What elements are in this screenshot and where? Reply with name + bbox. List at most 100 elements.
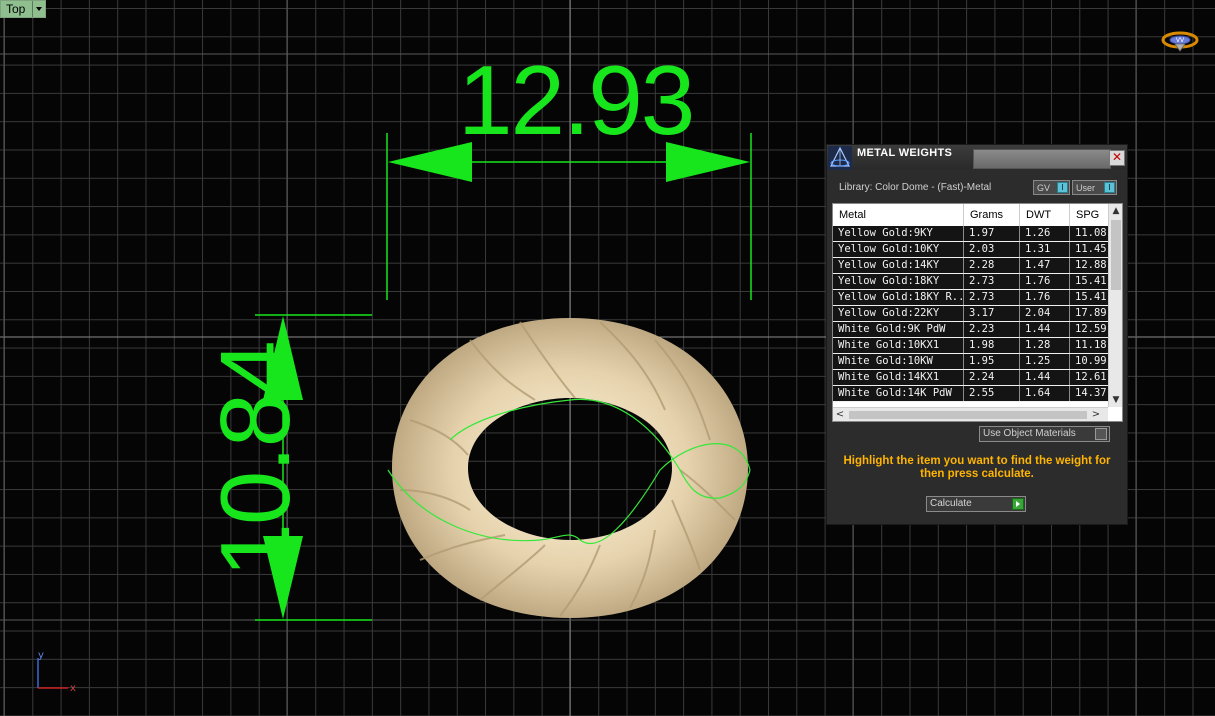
width-dimension-value: 12.93 (458, 45, 695, 155)
cell-dwt: 1.31 (1020, 242, 1070, 257)
cell-spg: 11.45 (1075, 243, 1107, 255)
cell-spg: 11.18 (1075, 339, 1107, 351)
cell-spg: 12.61 (1075, 371, 1107, 383)
cell-spg: 12.59 (1075, 323, 1107, 335)
use-object-materials-toggle[interactable]: Use Object Materials (979, 426, 1110, 442)
cell-metal: White Gold:10KW (833, 354, 964, 369)
cell-spg: 10.99 (1075, 355, 1107, 367)
cell-metal: White Gold:10KX1 (833, 338, 964, 353)
instruction-text: Highlight the item you want to find the … (843, 455, 1111, 480)
cell-grams: 2.55 (964, 386, 1020, 401)
cell-metal: White Gold:9K PdW (833, 322, 964, 337)
table-row[interactable]: White Gold:9K PdW 2.23 1.44 12.59 (833, 322, 1108, 338)
table-row[interactable]: White Gold:10KX1 1.98 1.28 11.18 (833, 338, 1108, 354)
cell-dwt: 1.44 (1020, 322, 1070, 337)
scroll-thumb[interactable] (1111, 220, 1121, 290)
toggle-indicator-icon (1095, 428, 1107, 440)
cell-spg: 17.89 (1075, 307, 1107, 319)
cell-dwt: 1.64 (1020, 386, 1070, 401)
column-header-grams[interactable]: Grams (964, 204, 1020, 226)
cell-metal: Yellow Gold:18KY (833, 274, 964, 289)
vertical-scrollbar[interactable]: ▲ ▼ (1108, 204, 1122, 407)
height-dimension-value: 10.84 (200, 342, 310, 578)
cell-metal: Yellow Gold:22KY (833, 306, 964, 321)
scroll-thumb[interactable] (849, 411, 1087, 419)
cell-spg: 15.41 (1075, 275, 1107, 287)
cell-dwt: 1.47 (1020, 258, 1070, 273)
info-icon: I (1104, 182, 1115, 193)
calculate-label: Calculate (930, 498, 972, 509)
column-header-metal[interactable]: Metal (833, 204, 964, 226)
table-row[interactable]: Yellow Gold:10KY 2.03 1.31 11.45 (833, 242, 1108, 258)
cell-dwt: 1.44 (1020, 370, 1070, 385)
close-icon[interactable]: ✕ (1109, 150, 1125, 166)
table-row[interactable]: Yellow Gold:18KY R... 2.73 1.76 15.41 (833, 290, 1108, 306)
cell-spg: 12.88 (1075, 259, 1107, 271)
calculate-button[interactable]: Calculate (926, 496, 1026, 512)
scroll-down-icon[interactable]: ▼ (1109, 393, 1122, 407)
viewport-label[interactable]: Top (1, 1, 33, 17)
cell-metal: Yellow Gold:10KY (833, 242, 964, 257)
cell-dwt: 1.28 (1020, 338, 1070, 353)
cell-grams: 1.95 (964, 354, 1020, 369)
cell-metal: Yellow Gold:18KY R... (833, 290, 964, 305)
cell-dwt: 1.76 (1020, 290, 1070, 305)
cell-grams: 2.28 (964, 258, 1020, 273)
cell-grams: 2.23 (964, 322, 1020, 337)
cell-spg: 14.37 (1075, 387, 1107, 399)
view-navigation-gizmo-icon[interactable]: VV (1160, 28, 1200, 54)
cell-grams: 2.73 (964, 290, 1020, 305)
cell-metal: Yellow Gold:14KY (833, 258, 964, 273)
panel-title-strip (973, 149, 1111, 169)
table-body: Yellow Gold:9KY 1.97 1.26 11.08 Yellow Gold:… (833, 226, 1108, 402)
cell-spg: 11.08 (1075, 227, 1107, 239)
pyramid-logo-icon (828, 146, 852, 170)
chevron-down-icon[interactable] (32, 1, 46, 17)
table-row[interactable]: White Gold:10KW 1.95 1.25 10.99 (833, 354, 1108, 370)
table-row[interactable]: White Gold:14K PdW 2.55 1.64 14.37 (833, 386, 1108, 402)
cell-grams: 1.97 (964, 226, 1020, 241)
cell-metal: White Gold:14K PdW (833, 386, 964, 401)
column-header-dwt[interactable]: DWT (1020, 204, 1070, 226)
table-header: Metal Grams DWT SPG (833, 204, 1108, 226)
table-row[interactable]: Yellow Gold:18KY 2.73 1.76 15.41 (833, 274, 1108, 290)
scroll-left-icon[interactable]: < (833, 408, 847, 421)
cell-metal: Yellow Gold:9KY (833, 226, 964, 241)
axis-triad: y x (37, 650, 76, 694)
play-icon (1012, 498, 1024, 510)
user-toggle-button[interactable]: User I (1072, 180, 1117, 195)
metal-weights-panel: METAL WEIGHTS ✕ Library: Color Dome - (F… (826, 144, 1128, 525)
table-row[interactable]: White Gold:14KX1 2.24 1.44 12.61 (833, 370, 1108, 386)
metal-table[interactable]: Metal Grams DWT SPG Yellow Gold:9KY 1.97 1… (832, 203, 1123, 422)
panel-titlebar[interactable]: METAL WEIGHTS ✕ (827, 145, 1127, 170)
cell-grams: 2.24 (964, 370, 1020, 385)
cell-dwt: 1.25 (1020, 354, 1070, 369)
table-row[interactable]: Yellow Gold:9KY 1.97 1.26 11.08 (833, 226, 1108, 242)
scroll-right-icon[interactable]: > (1089, 408, 1103, 421)
cell-grams: 1.98 (964, 338, 1020, 353)
y-axis-label: y (38, 650, 44, 661)
twisted-ring-model[interactable] (387, 318, 751, 618)
gv-toggle-button[interactable]: GV I (1033, 180, 1070, 195)
cell-dwt: 1.26 (1020, 226, 1070, 241)
cell-dwt: 1.76 (1020, 274, 1070, 289)
horizontal-scrollbar[interactable]: < > (833, 407, 1108, 421)
cell-spg: 15.41 (1075, 291, 1107, 303)
column-header-spg[interactable]: SPG (1070, 204, 1110, 226)
user-label: User (1076, 183, 1096, 193)
cell-grams: 3.17 (964, 306, 1020, 321)
svg-text:VV: VV (1176, 37, 1185, 44)
panel-title: METAL WEIGHTS (857, 147, 953, 159)
cell-grams: 2.73 (964, 274, 1020, 289)
cell-dwt: 2.04 (1020, 306, 1070, 321)
viewport-label-tab[interactable]: Top (0, 0, 47, 18)
use-object-materials-label: Use Object Materials (983, 428, 1076, 439)
scroll-up-icon[interactable]: ▲ (1109, 204, 1122, 218)
table-row[interactable]: Yellow Gold:22KY 3.17 2.04 17.89 (833, 306, 1108, 322)
info-icon: I (1057, 182, 1068, 193)
cell-metal: White Gold:14KX1 (833, 370, 964, 385)
width-dimension (386, 133, 752, 300)
library-label: Library: Color Dome - (Fast)-Metal (839, 182, 992, 193)
table-row[interactable]: Yellow Gold:14KY 2.28 1.47 12.88 (833, 258, 1108, 274)
cell-grams: 2.03 (964, 242, 1020, 257)
